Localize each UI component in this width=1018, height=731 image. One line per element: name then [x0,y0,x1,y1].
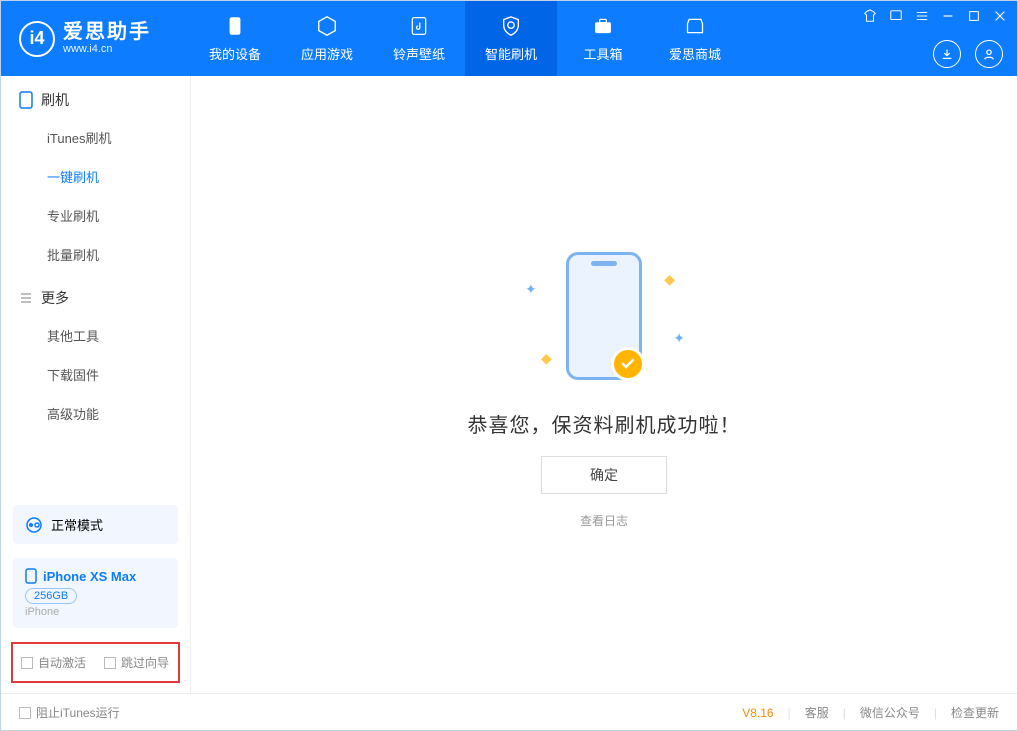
phone-icon [19,91,33,109]
checkbox-skip-guide[interactable]: 跳过向导 [104,654,169,671]
maximize-icon[interactable] [967,9,981,23]
music-file-icon [407,14,431,38]
close-icon[interactable] [993,9,1007,23]
tab-my-device[interactable]: 我的设备 [189,1,281,76]
ok-button[interactable]: 确定 [541,456,667,494]
tab-store[interactable]: 爱思商城 [649,1,741,76]
download-button[interactable] [933,40,961,68]
store-icon [683,14,707,38]
mode-label: 正常模式 [51,515,103,534]
checkbox-box-icon [21,657,33,669]
sidebar-item-other-tools[interactable]: 其他工具 [1,316,190,355]
logo-icon: i4 [19,21,55,57]
check-update-link[interactable]: 检查更新 [951,704,999,721]
sidebar-group-more: 更多 [1,274,190,316]
version-label: V8.16 [742,706,773,720]
user-button[interactable] [975,40,1003,68]
feedback-icon[interactable] [889,9,903,23]
tab-ringtones[interactable]: 铃声壁纸 [373,1,465,76]
checkbox-box-icon [104,657,116,669]
app-subtitle: www.i4.cn [63,43,151,55]
sidebar-item-itunes-flash[interactable]: iTunes刷机 [1,118,190,157]
toolbox-icon [591,14,615,38]
checkbox-box-icon [19,707,31,719]
device-name-label: iPhone XS Max [43,569,136,584]
status-bar: 阻止iTunes运行 V8.16 | 客服 | 微信公众号 | 检查更新 [1,693,1017,731]
menu-icon[interactable] [915,9,929,23]
checkbox-block-itunes[interactable]: 阻止iTunes运行 [19,704,120,721]
window-controls [863,9,1007,23]
device-icon [223,14,247,38]
device-type: iPhone [25,606,166,618]
wechat-link[interactable]: 微信公众号 [860,704,920,721]
shield-refresh-icon [499,14,523,38]
check-badge-icon [611,347,645,381]
sidebar: 刷机 iTunes刷机 一键刷机 专业刷机 批量刷机 更多 其他工具 下载固件 … [1,76,191,693]
device-info[interactable]: iPhone XS Max 256GB iPhone [13,558,178,628]
tab-apps[interactable]: 应用游戏 [281,1,373,76]
tab-flash[interactable]: 智能刷机 [465,1,557,76]
shirt-icon[interactable] [863,9,877,23]
device-phone-icon [25,568,37,584]
sidebar-item-download-firmware[interactable]: 下载固件 [1,355,190,394]
sparkle-icon: ◆ [541,350,552,367]
success-message: 恭喜您，保资料刷机成功啦！ [468,409,741,438]
device-capacity: 256GB [25,588,77,604]
sparkle-icon: ✦ [525,281,537,298]
sidebar-item-pro-flash[interactable]: 专业刷机 [1,196,190,235]
app-header: i4 爱思助手 www.i4.cn 我的设备 应用游戏 铃声壁纸 智能刷机 工具… [1,1,1017,76]
sparkle-icon: ✦ [673,330,685,347]
sidebar-item-batch-flash[interactable]: 批量刷机 [1,235,190,274]
view-log-link[interactable]: 查看日志 [580,512,628,529]
sparkle-icon: ◆ [664,271,675,288]
logo: i4 爱思助手 www.i4.cn [1,21,169,57]
mode-indicator[interactable]: 正常模式 [13,505,178,544]
tab-toolbox[interactable]: 工具箱 [557,1,649,76]
sidebar-item-advanced[interactable]: 高级功能 [1,394,190,433]
header-right-buttons [933,40,1003,68]
success-illustration: ✦ ◆ ◆ ✦ [519,241,689,391]
minimize-icon[interactable] [941,9,955,23]
main-content: ✦ ◆ ◆ ✦ 恭喜您，保资料刷机成功啦！ 确定 查看日志 [191,76,1017,693]
checkbox-auto-activate[interactable]: 自动激活 [21,654,86,671]
cube-icon [315,14,339,38]
sidebar-item-oneclick-flash[interactable]: 一键刷机 [1,157,190,196]
support-link[interactable]: 客服 [805,704,829,721]
mode-icon [25,516,43,534]
main-tabs: 我的设备 应用游戏 铃声壁纸 智能刷机 工具箱 爱思商城 [189,1,741,76]
sidebar-group-flash: 刷机 [1,76,190,118]
app-title: 爱思助手 [63,21,151,43]
list-icon [19,291,33,305]
option-checkboxes-highlight: 自动激活 跳过向导 [11,642,180,683]
